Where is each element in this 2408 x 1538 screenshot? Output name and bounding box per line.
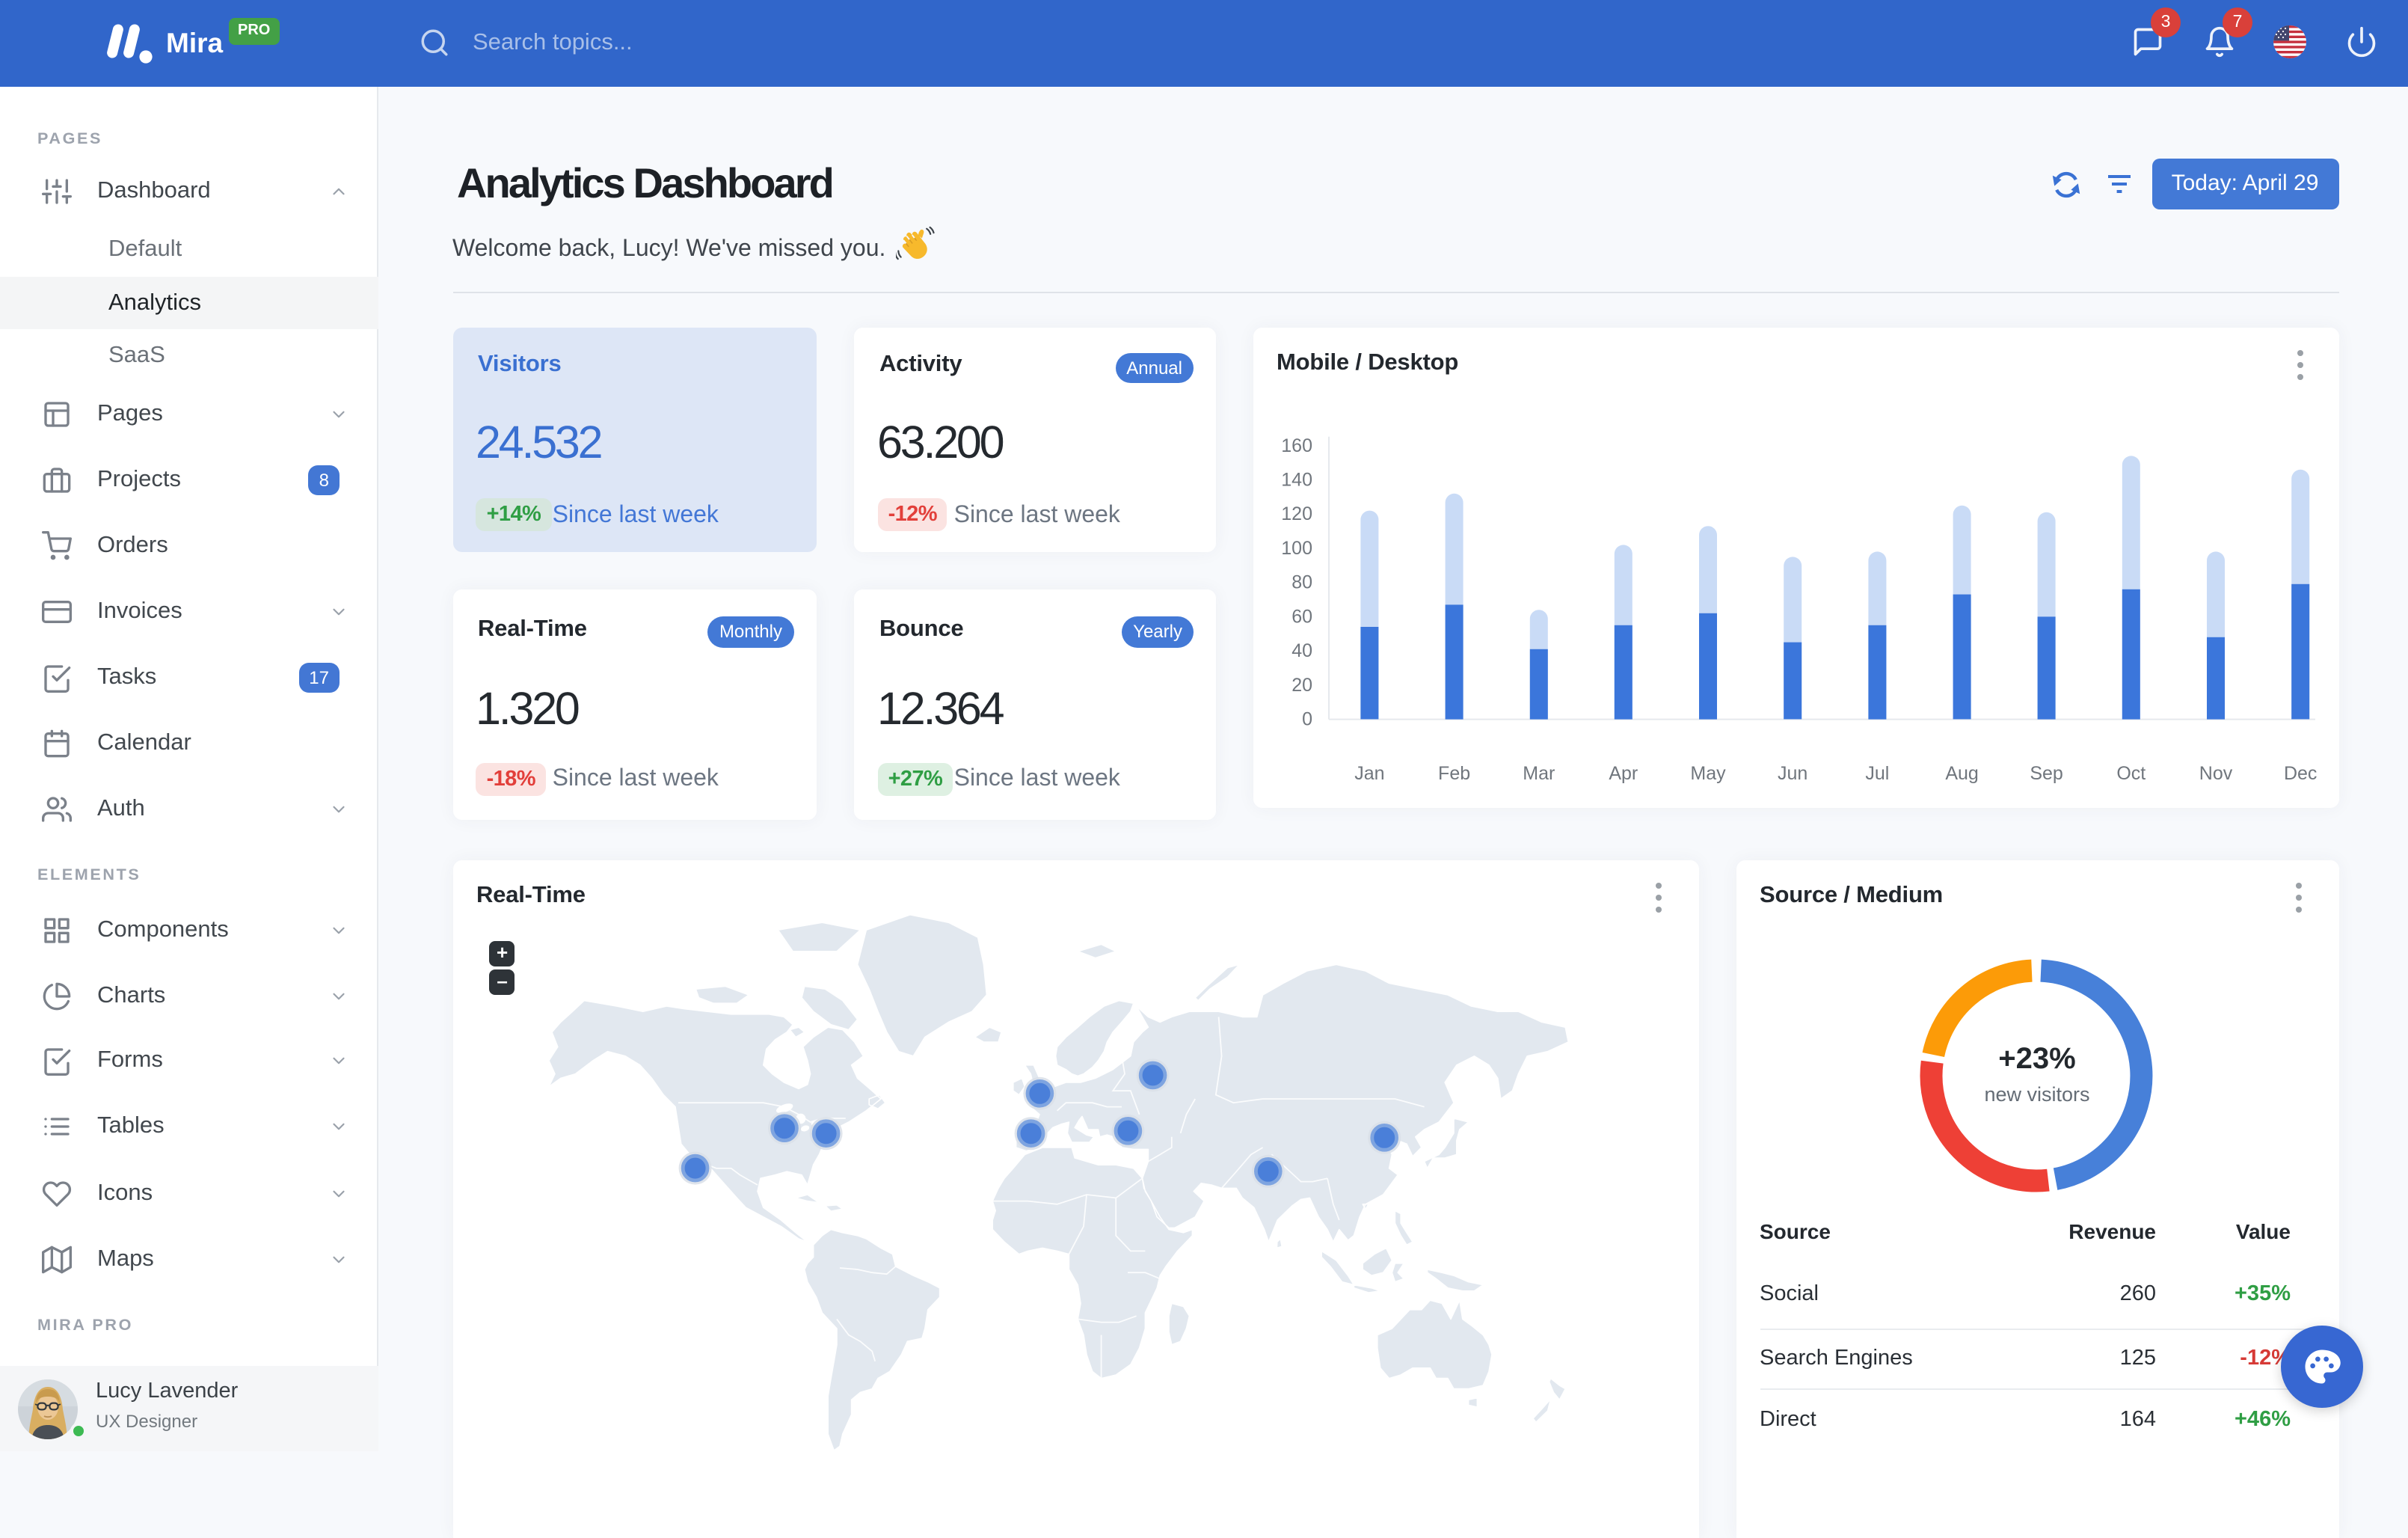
svg-text:May: May — [1689, 762, 1725, 783]
svg-text:Jun: Jun — [1777, 762, 1807, 783]
svg-text:Oct: Oct — [2116, 762, 2145, 783]
svg-text:Mar: Mar — [1522, 762, 1554, 783]
svg-text:120: 120 — [1280, 503, 1312, 524]
svg-text:Dec: Dec — [2283, 762, 2316, 783]
svg-text:Jan: Jan — [1354, 762, 1383, 783]
svg-text:140: 140 — [1280, 468, 1312, 489]
svg-text:Feb: Feb — [1437, 762, 1469, 783]
svg-text:60: 60 — [1291, 605, 1312, 626]
svg-text:0: 0 — [1301, 708, 1312, 729]
svg-text:40: 40 — [1291, 640, 1312, 661]
svg-text:20: 20 — [1291, 674, 1312, 695]
svg-text:Apr: Apr — [1608, 762, 1637, 783]
svg-text:80: 80 — [1291, 572, 1312, 592]
svg-text:Sep: Sep — [2029, 762, 2062, 783]
svg-text:Nov: Nov — [2199, 762, 2232, 783]
svg-text:100: 100 — [1280, 537, 1312, 558]
svg-text:Jul: Jul — [1864, 762, 1888, 783]
svg-text:160: 160 — [1280, 435, 1312, 456]
svg-text:Aug: Aug — [1944, 762, 1977, 783]
